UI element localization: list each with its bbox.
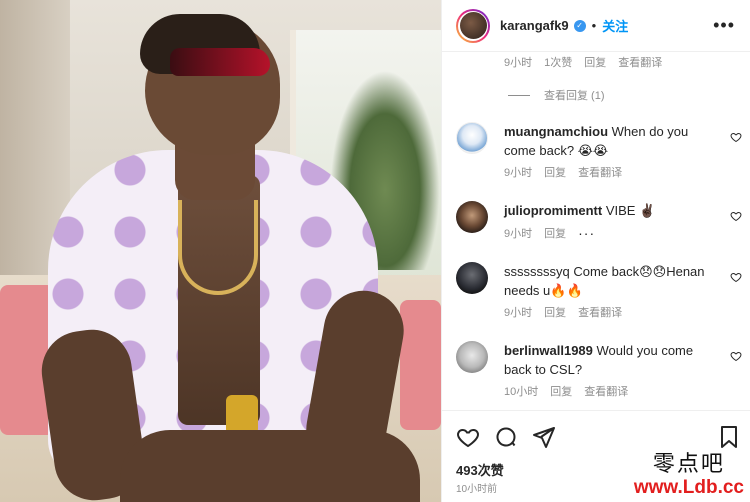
reply-button[interactable]: 回复 (544, 304, 566, 320)
more-options-icon[interactable]: ··· (578, 225, 595, 241)
comment-meta: 10小时 回复 查看翻译 (504, 383, 640, 399)
commenter-avatar[interactable] (456, 122, 488, 154)
like-heart-icon[interactable] (730, 350, 742, 362)
comments-list[interactable]: 9小时 1次赞 回复 查看翻译 查看回复 (1) muangnamchiou W… (442, 52, 750, 410)
comment-likes[interactable]: 1次赞 (544, 54, 572, 70)
post-header: karangafk9 ✓ • 关注 ••• (442, 0, 750, 52)
comments-panel: karangafk9 ✓ • 关注 ••• 9小时 1次赞 回复 查看翻译 查看… (441, 0, 750, 502)
comment-time: 9小时 (504, 57, 533, 69)
reply-button[interactable]: 回复 (544, 164, 566, 180)
photo-sunglasses (170, 48, 270, 76)
like-heart-icon[interactable] (456, 425, 480, 449)
commenter-username[interactable]: berlinwall1989 (504, 343, 593, 358)
comment-text: ssssssssyq Come back😞😞Henan needs u🔥🔥 (504, 262, 714, 300)
reply-button[interactable]: 回复 (584, 54, 606, 70)
translate-button[interactable]: 查看翻译 (618, 54, 662, 70)
likes-count[interactable]: 493次赞 (456, 460, 504, 479)
commenter-username[interactable]: muangnamchiou (504, 124, 608, 139)
reply-button[interactable]: 回复 (544, 225, 566, 241)
translate-button[interactable]: 查看翻译 (578, 164, 622, 180)
author-avatar[interactable] (456, 8, 490, 43)
share-send-icon[interactable] (532, 425, 556, 449)
like-heart-icon[interactable] (730, 131, 742, 143)
comment-meta: 9小时 回复 ··· (504, 225, 607, 241)
post-time: 10小时前 (456, 484, 498, 495)
view-replies-button[interactable]: 查看回复 (1) (508, 87, 605, 103)
comment-time: 9小时 (504, 228, 533, 240)
like-heart-icon[interactable] (730, 271, 742, 283)
like-heart-icon[interactable] (730, 210, 742, 222)
photo-legs (120, 430, 420, 502)
more-options-icon[interactable]: ••• (713, 16, 735, 34)
replies-line (508, 94, 530, 96)
comment-meta: 9小时 1次赞 回复 查看翻译 (504, 54, 674, 70)
photo-pillow-right (400, 300, 441, 430)
watermark-name: 零点吧 (652, 452, 725, 477)
translate-button[interactable]: 查看翻译 (584, 383, 628, 399)
comment-bubble-icon[interactable] (494, 425, 518, 449)
commenter-username[interactable]: ssssssssyq (504, 264, 570, 279)
watermark-url: www.Ldb.cc (633, 477, 744, 498)
follow-button[interactable]: 关注 (602, 16, 628, 35)
watermark: 零点吧 www.Ldb.cc (634, 452, 744, 498)
commenter-avatar[interactable] (456, 262, 488, 294)
comment-message: VIBE ✌🏿 (605, 203, 656, 218)
comment-meta: 9小时 回复 查看翻译 (504, 304, 634, 320)
comment-time: 9小时 (504, 307, 533, 319)
comment-time: 9小时 (504, 167, 533, 179)
comment-text: juliopromimentt VIBE ✌🏿 (504, 201, 714, 220)
comment-meta: 9小时 回复 查看翻译 (504, 164, 634, 180)
verified-badge-icon: ✓ (573, 19, 586, 32)
comment-time: 10小时 (504, 386, 539, 398)
reply-button[interactable]: 回复 (550, 383, 572, 399)
commenter-username[interactable]: juliopromimentt (504, 203, 602, 218)
post-actions (442, 410, 750, 458)
commenter-avatar[interactable] (456, 201, 488, 233)
view-replies-label: 查看回复 (1) (544, 90, 605, 102)
author-username[interactable]: karangafk9 (500, 18, 569, 33)
photo-watch (226, 395, 258, 435)
translate-button[interactable]: 查看翻译 (578, 304, 622, 320)
bookmark-icon[interactable] (717, 425, 741, 449)
comment-text: muangnamchiou When do you come back? 😭😭 (504, 122, 714, 160)
post-photo[interactable] (0, 0, 441, 502)
separator-dot: • (591, 18, 597, 33)
commenter-avatar[interactable] (456, 341, 488, 373)
comment-text: berlinwall1989 Would you come back to CS… (504, 341, 714, 379)
photo-chain (178, 200, 258, 295)
